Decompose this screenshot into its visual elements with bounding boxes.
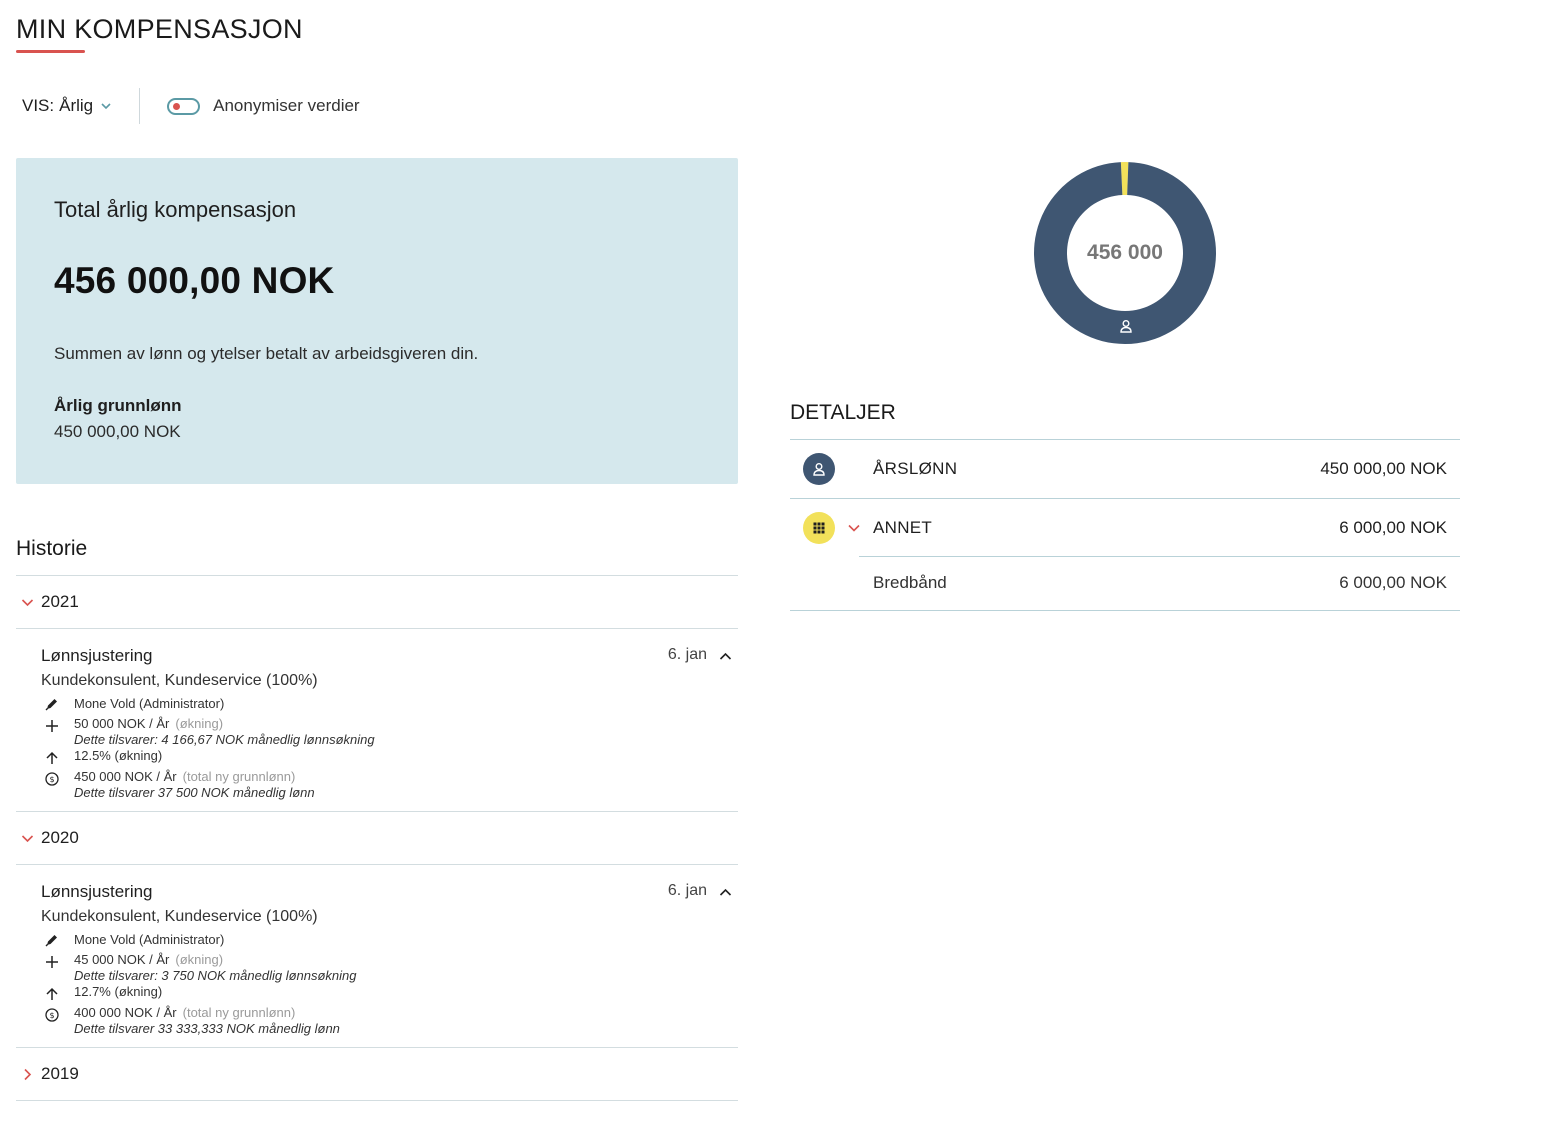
entry-percent-note: (økning) (114, 748, 163, 763)
entry-position: Kundekonsulent, Kundeservice (100%) (41, 672, 318, 689)
entry-total-monthly: Dette tilsvarer 33 333,333 NOK månedlig … (74, 1021, 340, 1036)
entry-total-value: 400 000 NOK / År (74, 1005, 177, 1020)
details-row-annet[interactable]: ANNET 6 000,00 NOK (790, 498, 1460, 557)
view-period-label: VIS: (22, 96, 55, 115)
view-period-select[interactable]: VIS: Årlig (22, 96, 111, 116)
entry-title: Lønnsjustering (41, 882, 153, 901)
view-period-value: Årlig (59, 96, 94, 115)
plus-icon (46, 720, 58, 732)
history-entry: Lønnsjustering 6. jan Kundekonsulent, Ku… (16, 629, 738, 812)
pen-icon (45, 935, 57, 947)
title-underline (16, 50, 85, 53)
chevron-up-icon[interactable] (719, 650, 732, 663)
page-title: MIN KOMPENSASJON (16, 14, 303, 44)
entry-author: Mone Vold (Administrator) (74, 932, 225, 947)
chevron-down-icon (21, 835, 34, 843)
entry-total-monthly: Dette tilsvarer 37 500 NOK månedlig lønn (74, 785, 315, 800)
entry-total: 400 000 NOK / År (total ny grunnlønn) (74, 1005, 295, 1020)
total-card-title: Total årlig kompensasjon (54, 197, 297, 222)
entry-total-note: (total ny grunnlønn) (182, 769, 296, 784)
year-toggle-2021[interactable]: 2021 (16, 576, 738, 629)
entry-percent-value: 12.7% (74, 984, 111, 999)
details-icon-circle (803, 453, 835, 485)
year-toggle-2020[interactable]: 2020 (16, 812, 738, 865)
donut-center-value: 456 000 (1087, 241, 1163, 264)
details-divider (790, 610, 1460, 611)
person-icon (1120, 320, 1132, 333)
entry-percent-note: (økning) (114, 984, 163, 999)
year-label: 2019 (41, 1064, 79, 1083)
entry-increase-note: (økning) (175, 952, 224, 967)
entry-increase-note: (økning) (175, 716, 224, 731)
chevron-down-icon (101, 103, 111, 110)
chevron-down-icon[interactable] (848, 522, 860, 534)
base-salary-label: Årlig grunnlønn (54, 396, 182, 415)
details-label: Bredbånd (873, 573, 947, 592)
svg-text:$: $ (49, 775, 54, 784)
arrow-up-icon (46, 751, 58, 764)
total-description: Summen av lønn og ytelser betalt av arbe… (54, 344, 479, 363)
details-label: ÅRSLØNN (873, 459, 958, 478)
plus-icon (46, 956, 58, 968)
entry-increase-value: 50 000 NOK / År (74, 716, 170, 731)
entry-date: 6. jan (667, 882, 707, 899)
pen-icon (45, 699, 57, 711)
details-value: 450 000,00 NOK (1320, 459, 1447, 478)
entry-increase-monthly: Dette tilsvarer: 3 750 NOK månedlig lønn… (74, 968, 357, 983)
history-entry: Lønnsjustering 6. jan Kundekonsulent, Ku… (16, 865, 738, 1048)
chevron-up-icon[interactable] (719, 886, 732, 899)
grid-icon (813, 522, 825, 534)
year-toggle-2019[interactable]: 2019 (16, 1048, 738, 1101)
entry-total-value: 450 000 NOK / År (74, 769, 177, 784)
year-label: 2020 (41, 828, 79, 847)
details-row-arslonn: ÅRSLØNN 450 000,00 NOK (790, 439, 1460, 498)
entry-increase-monthly: Dette tilsvarer: 4 166,67 NOK månedlig l… (74, 732, 375, 747)
entry-author: Mone Vold (Administrator) (74, 696, 225, 711)
entry-percent-value: 12.5% (74, 748, 111, 763)
entry-percent: 12.7% (økning) (74, 984, 162, 999)
toolbar: VIS: Årlig Anonymiser verdier (22, 88, 360, 124)
chevron-right-icon (24, 1068, 32, 1081)
details-title: DETALJER (790, 401, 896, 424)
entry-total-note: (total ny grunnlønn) (182, 1005, 296, 1020)
anonymize-toggle[interactable] (167, 97, 201, 115)
compensation-donut-chart: 456 000 (1033, 161, 1217, 345)
person-icon (813, 463, 825, 476)
entry-position: Kundekonsulent, Kundeservice (100%) (41, 908, 318, 925)
base-salary-value: 450 000,00 NOK (54, 422, 181, 441)
year-label: 2021 (41, 592, 79, 611)
svg-text:$: $ (49, 1011, 54, 1020)
details-label: ANNET (873, 518, 933, 537)
details-value: 6 000,00 NOK (1339, 573, 1447, 592)
entry-total: 450 000 NOK / År (total ny grunnlønn) (74, 769, 295, 784)
details-row-bredband: Bredbånd 6 000,00 NOK (790, 556, 1460, 610)
history-title: Historie (16, 537, 88, 560)
entry-title: Lønnsjustering (41, 646, 153, 665)
details-value: 6 000,00 NOK (1339, 518, 1447, 537)
entry-date: 6. jan (667, 646, 707, 663)
entry-percent: 12.5% (økning) (74, 748, 162, 763)
entry-increase: 50 000 NOK / År (økning) (74, 716, 223, 731)
entry-increase-value: 45 000 NOK / År (74, 952, 170, 967)
toggle-knob (173, 102, 181, 110)
history-list: 2021 Lønnsjustering 6. jan Kundekonsulen… (16, 575, 738, 1101)
details-icon-circle (803, 512, 835, 544)
anonymize-toggle-label: Anonymiser verdier (213, 96, 360, 115)
arrow-up-icon (46, 987, 58, 1000)
toolbar-divider (139, 88, 141, 124)
total-amount: 456 000,00 NOK (54, 260, 335, 301)
dollar-circle-icon: $ (45, 772, 59, 786)
total-compensation-card: Total årlig kompensasjon 456 000,00 NOK … (16, 158, 738, 484)
entry-increase: 45 000 NOK / År (økning) (74, 952, 223, 967)
chevron-down-icon (21, 599, 34, 607)
details-table: ÅRSLØNN 450 000,00 NOK ANNET 6 000,00 NO… (790, 439, 1460, 611)
dollar-circle-icon: $ (45, 1008, 59, 1022)
